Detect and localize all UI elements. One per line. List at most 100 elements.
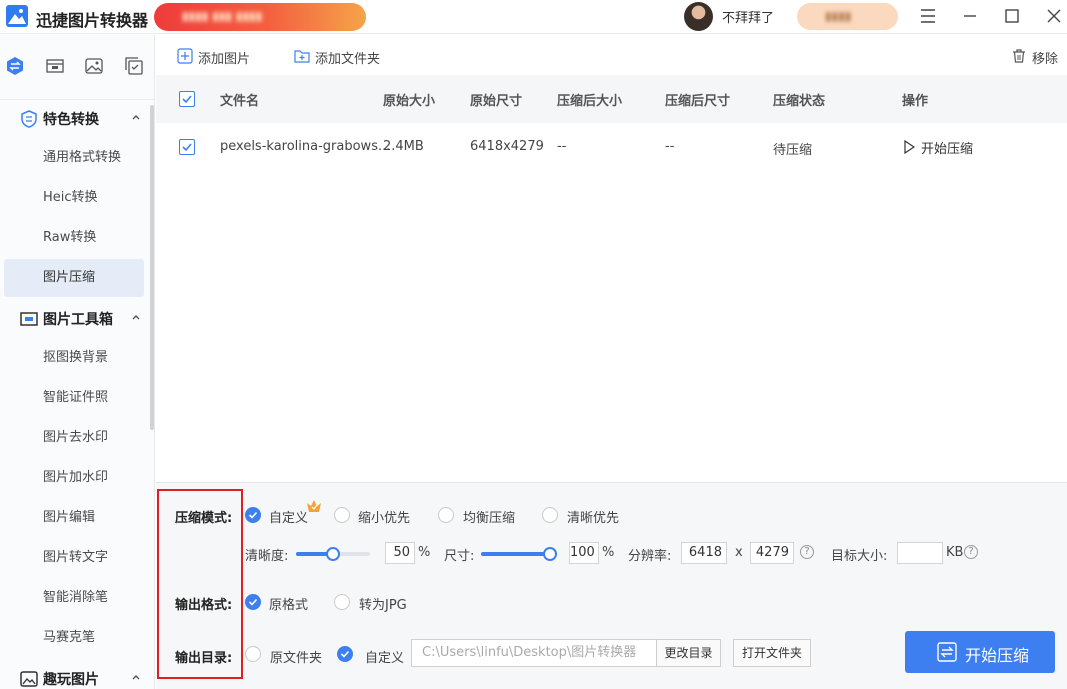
col-comp-size: 压缩后大小 bbox=[557, 94, 623, 109]
sidebar-item-cutout[interactable]: 抠图换背景 bbox=[4, 339, 144, 377]
promo-banner[interactable]: ▮▮▮▮ ▮▮▮ ▮▮▮▮ bbox=[154, 3, 366, 31]
sidebar-item-eraser[interactable]: 智能消除笔 bbox=[4, 579, 144, 617]
app-logo-icon bbox=[6, 5, 28, 27]
mode-clarity-radio[interactable] bbox=[542, 507, 558, 523]
change-dir-button[interactable]: 更改目录 bbox=[656, 639, 721, 667]
open-folder-button[interactable]: 打开文件夹 bbox=[733, 639, 811, 667]
minimize-button[interactable] bbox=[958, 5, 982, 27]
remove-label: 移除 bbox=[1032, 52, 1059, 67]
res-height-field[interactable]: 4279 bbox=[750, 542, 794, 564]
group-toolbox[interactable]: 图片工具箱 bbox=[20, 309, 145, 329]
size-slider[interactable] bbox=[481, 547, 557, 561]
size-label: 尺寸: bbox=[444, 549, 475, 564]
select-all-checkbox[interactable] bbox=[179, 91, 195, 107]
minimize-icon bbox=[964, 15, 976, 17]
mode-custom-radio[interactable] bbox=[245, 507, 261, 523]
username[interactable]: 不拜拜了 bbox=[722, 7, 774, 26]
cell-orig-dims: 6418x4279 bbox=[470, 139, 544, 154]
mode-smaller-radio[interactable] bbox=[334, 507, 350, 523]
cell-comp-dims: -- bbox=[665, 139, 675, 154]
res-width-field[interactable]: 6418 bbox=[681, 542, 727, 564]
sidebar-item-heic[interactable]: Heic转换 bbox=[4, 179, 144, 217]
dir-original-radio[interactable] bbox=[245, 646, 261, 662]
col-filename: 文件名 bbox=[220, 94, 260, 109]
add-folder-label: 添加文件夹 bbox=[315, 52, 381, 67]
group-special-convert[interactable]: 特色转换 bbox=[20, 109, 145, 129]
cell-filename: pexels-karolina-grabows... bbox=[220, 139, 391, 154]
chevron-up-icon bbox=[132, 315, 140, 320]
promo-text: ▮▮▮▮ ▮▮▮ ▮▮▮▮ bbox=[182, 9, 263, 23]
toolbar: 添加图片 添加文件夹 移除 bbox=[156, 35, 1067, 75]
settings-panel: 压缩模式: 自定义 缩小优先 均衡压缩 清晰优先 清晰度: 50 % 尺寸: 1… bbox=[156, 482, 1067, 689]
res-x-label: x bbox=[735, 545, 743, 560]
format-original-radio[interactable] bbox=[245, 594, 261, 610]
check-icon bbox=[340, 650, 350, 658]
clarity-value-field[interactable]: 50 bbox=[385, 542, 415, 564]
dir-custom-label: 自定义 bbox=[365, 651, 405, 666]
avatar[interactable] bbox=[684, 2, 713, 31]
row-action-label: 开始压缩 bbox=[921, 142, 974, 157]
start-compress-label: 开始压缩 bbox=[965, 646, 1030, 665]
app-title: 迅捷图片转换器 bbox=[36, 11, 149, 30]
group-label: 图片工具箱 bbox=[43, 312, 113, 328]
sidebar-item-raw[interactable]: Raw转换 bbox=[4, 219, 144, 257]
vip-text: ▮▮▮▮ bbox=[825, 9, 852, 23]
sidebar-item-mosaic[interactable]: 马赛克笔 bbox=[4, 619, 144, 657]
checkmark-icon bbox=[182, 95, 192, 104]
row-checkbox[interactable] bbox=[179, 139, 195, 155]
title-bar: 迅捷图片转换器 ▮▮▮▮ ▮▮▮ ▮▮▮▮ 不拜拜了 ▮▮▮▮ bbox=[0, 0, 1067, 34]
check-icon bbox=[248, 598, 258, 606]
sidebar-item-general-convert[interactable]: 通用格式转换 bbox=[4, 139, 144, 177]
start-compress-button[interactable]: 开始压缩 bbox=[905, 631, 1055, 673]
table-row[interactable]: pexels-karolina-grabows... 2.4MB 6418x42… bbox=[156, 123, 1067, 171]
mode-balanced-radio[interactable] bbox=[438, 507, 454, 523]
maximize-button[interactable] bbox=[1000, 5, 1024, 27]
crop-icon[interactable] bbox=[44, 55, 66, 77]
sidebar-scrollbar[interactable] bbox=[150, 105, 154, 430]
help-icon[interactable]: ? bbox=[800, 545, 814, 559]
clarity-slider[interactable] bbox=[296, 547, 370, 561]
col-comp-dims: 压缩后尺寸 bbox=[665, 94, 731, 109]
add-folder-icon bbox=[294, 50, 310, 63]
copy-icon[interactable] bbox=[123, 55, 145, 77]
cell-comp-size: -- bbox=[557, 139, 567, 154]
menu-button[interactable] bbox=[916, 5, 940, 27]
sidebar-item-id-photo[interactable]: 智能证件照 bbox=[4, 379, 144, 417]
group-label: 特色转换 bbox=[43, 112, 99, 128]
sidebar-item-remove-watermark[interactable]: 图片去水印 bbox=[4, 419, 144, 457]
play-icon bbox=[904, 140, 915, 154]
checkmark-icon bbox=[182, 143, 192, 152]
help-icon[interactable]: ? bbox=[964, 545, 978, 559]
output-path-field[interactable]: C:\Users\linfu\Desktop\图片转换器 bbox=[411, 639, 657, 667]
dir-original-label: 原文件夹 bbox=[270, 651, 323, 666]
vip-button[interactable]: ▮▮▮▮ bbox=[797, 3, 898, 30]
trash-icon bbox=[1013, 49, 1025, 63]
clarity-slider-thumb[interactable] bbox=[326, 547, 340, 561]
mode-clarity-label: 清晰优先 bbox=[567, 511, 620, 526]
table-header: 文件名 原始大小 原始尺寸 压缩后大小 压缩后尺寸 压缩状态 操作 bbox=[156, 75, 1067, 123]
sidebar-item-edit[interactable]: 图片编辑 bbox=[4, 499, 144, 537]
col-orig-size: 原始大小 bbox=[383, 94, 436, 109]
dir-custom-radio[interactable] bbox=[337, 646, 353, 662]
clarity-percent: % bbox=[418, 545, 431, 560]
chevron-up-icon bbox=[132, 675, 140, 680]
shield-icon bbox=[21, 110, 37, 128]
sidebar-item-add-watermark[interactable]: 图片加水印 bbox=[4, 459, 144, 497]
highlight-box bbox=[157, 489, 243, 679]
size-value-field[interactable]: 100 bbox=[569, 542, 599, 564]
col-status: 压缩状态 bbox=[773, 94, 826, 109]
group-fun-images[interactable]: 趣玩图片 bbox=[20, 669, 145, 689]
vip-crown-icon bbox=[307, 500, 321, 512]
size-slider-thumb[interactable] bbox=[543, 547, 557, 561]
mode-smaller-label: 缩小优先 bbox=[358, 511, 411, 526]
col-orig-dims: 原始尺寸 bbox=[470, 94, 523, 109]
sidebar-item-ocr[interactable]: 图片转文字 bbox=[4, 539, 144, 577]
size-percent: % bbox=[602, 545, 615, 560]
convert-icon[interactable] bbox=[4, 55, 26, 77]
target-size-field[interactable] bbox=[897, 542, 943, 564]
image-icon[interactable] bbox=[83, 55, 105, 77]
format-jpg-radio[interactable] bbox=[334, 594, 350, 610]
sidebar-item-compress[interactable]: 图片压缩 bbox=[4, 259, 144, 297]
format-jpg-label: 转为JPG bbox=[359, 598, 407, 613]
close-button[interactable] bbox=[1042, 5, 1066, 27]
